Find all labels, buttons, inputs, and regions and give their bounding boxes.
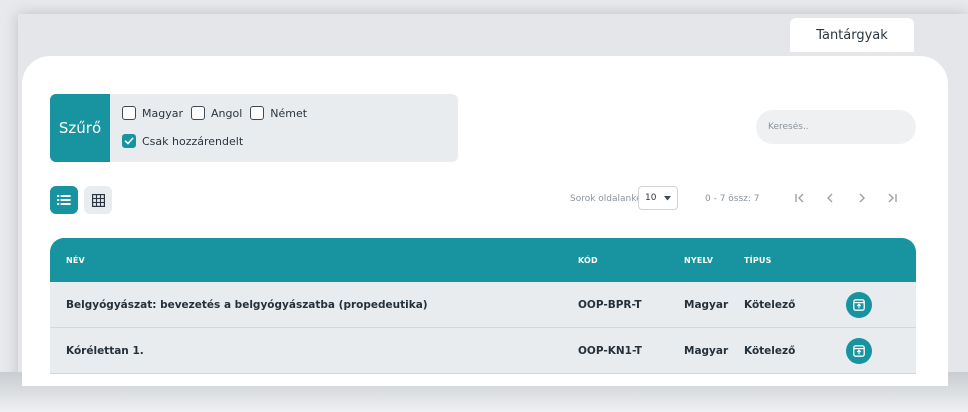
checkbox-angol-label[interactable]: Angol — [211, 107, 242, 120]
table-row[interactable]: Kórélettan 1. OOP-KN1-T Magyar Kötelező — [50, 328, 916, 374]
filter-label: Szűrő — [50, 94, 110, 162]
open-icon — [853, 345, 865, 357]
checkbox-nemet-label[interactable]: Német — [270, 107, 307, 120]
column-header-name[interactable]: NÉV — [66, 256, 85, 265]
checkbox-magyar[interactable] — [122, 106, 136, 120]
first-page-button[interactable] — [792, 190, 808, 206]
rows-per-page-select[interactable]: 10 — [638, 186, 678, 210]
next-page-button[interactable] — [854, 190, 870, 206]
open-subject-button[interactable] — [846, 292, 872, 318]
table-row[interactable]: Belgyógyászat: bevezetés a belgyógyászat… — [50, 282, 916, 328]
cell-language: Magyar — [684, 299, 729, 311]
checkmark-icon — [124, 137, 134, 145]
checkbox-assigned-only-label[interactable]: Csak hozzárendelt — [142, 135, 243, 148]
open-icon — [853, 299, 865, 311]
checkbox-angol[interactable] — [191, 106, 205, 120]
rows-per-page-value: 10 — [645, 193, 657, 203]
previous-page-button[interactable] — [822, 190, 838, 206]
pagination-range: 0 - 7 össz: 7 — [705, 194, 760, 204]
assigned-filter-row: Csak hozzárendelt — [122, 134, 251, 148]
filter-panel: Szűrő Magyar Angol Német Csak hozzárende… — [50, 94, 458, 162]
cell-language: Magyar — [684, 345, 729, 357]
table-header: NÉV KÓD NYELV TÍPUS — [50, 238, 916, 282]
column-header-code[interactable]: KÓD — [578, 256, 598, 265]
cell-name: Kórélettan 1. — [66, 345, 144, 357]
cell-code: OOP-KN1-T — [578, 345, 642, 357]
search-input[interactable] — [756, 110, 916, 144]
tab-label: Tantárgyak — [816, 27, 888, 43]
chevron-right-icon — [859, 193, 865, 203]
checkbox-assigned-only[interactable] — [122, 134, 136, 148]
column-header-language[interactable]: NYELV — [684, 256, 713, 265]
cell-name: Belgyógyászat: bevezetés a belgyógyászat… — [66, 299, 428, 311]
list-view-button[interactable] — [50, 186, 78, 214]
cell-type: Kötelező — [744, 299, 796, 311]
cell-code: OOP-BPR-T — [578, 299, 642, 311]
last-page-icon — [888, 193, 897, 203]
chevron-left-icon — [827, 193, 833, 203]
list-icon — [57, 195, 71, 205]
grid-icon — [91, 193, 105, 207]
open-subject-button[interactable] — [846, 338, 872, 364]
checkbox-magyar-label[interactable]: Magyar — [142, 107, 183, 120]
checkbox-nemet[interactable] — [250, 106, 265, 120]
first-page-icon — [795, 193, 804, 203]
language-filter-row: Magyar Angol Német — [122, 106, 315, 120]
cell-type: Kötelező — [744, 345, 796, 357]
column-header-type[interactable]: TÍPUS — [744, 256, 772, 265]
last-page-button[interactable] — [884, 190, 900, 206]
caret-down-icon — [664, 195, 671, 200]
tab-tantargyak[interactable]: Tantárgyak — [790, 18, 914, 52]
grid-view-button[interactable] — [84, 186, 112, 214]
